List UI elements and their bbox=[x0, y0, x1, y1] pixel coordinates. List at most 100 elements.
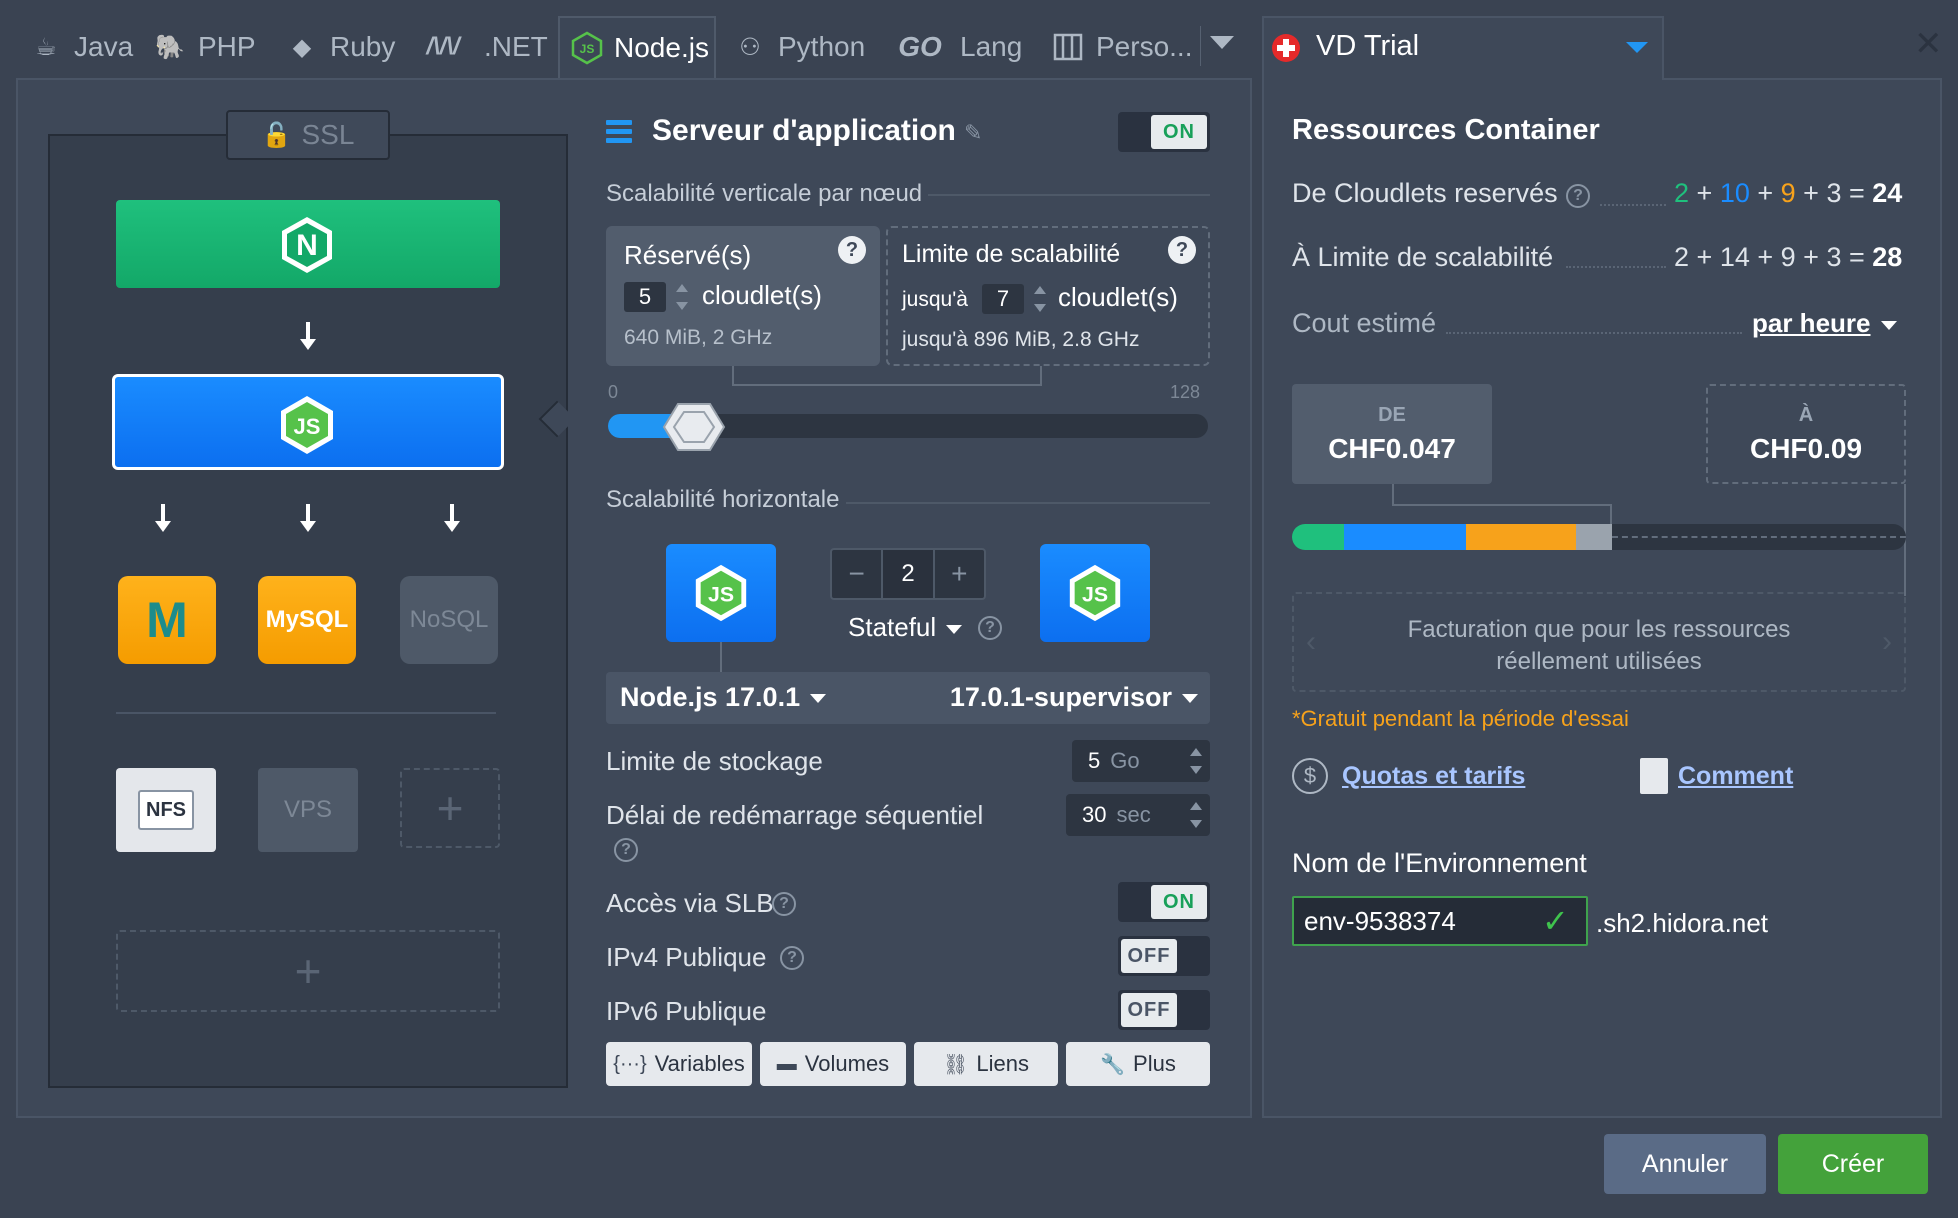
nodejs-node-tile[interactable]: JS bbox=[666, 544, 776, 642]
connector-line bbox=[720, 642, 722, 672]
edit-pencil-icon[interactable]: ✎ bbox=[964, 120, 982, 146]
bar-segment-gray bbox=[1576, 524, 1612, 550]
close-icon[interactable]: ✕ bbox=[1914, 24, 1943, 64]
help-icon[interactable]: ? bbox=[772, 892, 796, 916]
vertical-scaling-label: Scalabilité verticale par nœud bbox=[606, 180, 923, 207]
spinner-icon[interactable] bbox=[1190, 748, 1202, 774]
bar-segment-orange bbox=[1466, 524, 1576, 550]
section-rule bbox=[846, 502, 1210, 504]
ipv6-toggle[interactable]: OFF bbox=[1118, 990, 1210, 1030]
mariadb-icon: M bbox=[146, 592, 188, 648]
chevron-down-icon bbox=[1182, 694, 1198, 704]
help-icon[interactable]: ? bbox=[780, 946, 804, 970]
nginx-icon: N bbox=[282, 217, 332, 273]
version-bar: Node.js 17.0.1 17.0.1-supervisor bbox=[606, 672, 1210, 724]
dollar-icon: $ bbox=[1292, 758, 1328, 794]
nodejs-app-node[interactable]: JS bbox=[112, 374, 504, 470]
mariadb-node[interactable]: M bbox=[118, 576, 216, 664]
svg-text:JS: JS bbox=[580, 42, 595, 56]
slider-handle[interactable] bbox=[662, 402, 726, 452]
quotas-link[interactable]: Quotas et tarifs bbox=[1342, 762, 1525, 791]
reserved-cloudlets-box: Réservé(s) ? 5 cloudlet(s) 640 MiB, 2 GH… bbox=[606, 226, 880, 366]
node-count-value[interactable]: 2 bbox=[881, 550, 935, 598]
reserved-count-input[interactable]: 5 bbox=[624, 282, 666, 312]
slider-min-label: 0 bbox=[608, 382, 619, 402]
add-storage-button[interactable]: + bbox=[400, 768, 500, 848]
php-icon: 🐘 bbox=[155, 33, 185, 61]
chevron-down-icon bbox=[946, 624, 963, 634]
tab-nodejs[interactable]: JS Node.js bbox=[558, 16, 716, 78]
resources-title: Ressources Container bbox=[1292, 114, 1600, 146]
app-server-title: Serveur d'application bbox=[652, 114, 956, 147]
link-icon: ⛓ bbox=[943, 1053, 969, 1076]
help-icon[interactable]: ? bbox=[1566, 184, 1590, 208]
links-button[interactable]: ⛓ Liens bbox=[914, 1042, 1058, 1086]
chevron-down-icon[interactable] bbox=[1626, 42, 1648, 53]
increment-button[interactable]: + bbox=[935, 550, 984, 598]
tab-custom[interactable]: Perso... bbox=[1040, 16, 1202, 78]
connector-line bbox=[1392, 504, 1612, 506]
volumes-button[interactable]: ▬ Volumes bbox=[760, 1042, 906, 1086]
tab-ruby[interactable]: ◆ Ruby bbox=[274, 16, 405, 78]
add-layer-button[interactable]: + bbox=[116, 930, 500, 1012]
limit-spinner-icon[interactable] bbox=[1034, 286, 1046, 312]
slb-toggle[interactable]: ON bbox=[1118, 882, 1210, 922]
ipv4-toggle[interactable]: OFF bbox=[1118, 936, 1210, 976]
chevron-left-icon[interactable]: ‹ bbox=[1306, 626, 1316, 658]
variables-button[interactable]: {···} Variables bbox=[606, 1042, 752, 1086]
topology-divider bbox=[116, 712, 496, 714]
more-button[interactable]: 🔧 Plus bbox=[1066, 1042, 1210, 1086]
python-icon: ⚇ bbox=[739, 33, 761, 61]
menu-icon[interactable] bbox=[606, 120, 632, 144]
more-tabs-chevron-icon[interactable] bbox=[1210, 36, 1234, 49]
decrement-button[interactable]: − bbox=[832, 550, 881, 598]
app-server-toggle[interactable]: ON bbox=[1118, 112, 1210, 152]
spinner-icon[interactable] bbox=[1190, 802, 1202, 828]
limit-spec: jusqu'à 896 MiB, 2.8 GHz bbox=[902, 328, 1140, 351]
nosql-node[interactable]: NoSQL bbox=[400, 576, 498, 664]
dotted-leader bbox=[1446, 332, 1742, 334]
tab-php[interactable]: 🐘 PHP bbox=[142, 16, 266, 78]
nodejs-icon: JS bbox=[695, 564, 747, 622]
horizontal-scaling-label: Scalabilité horizontale bbox=[606, 486, 840, 513]
help-icon[interactable]: ? bbox=[838, 236, 866, 264]
node-count-stepper[interactable]: − 2 + bbox=[830, 548, 986, 600]
nfs-node[interactable]: NFS bbox=[116, 768, 216, 852]
svg-text:N: N bbox=[296, 229, 318, 262]
tab-go[interactable]: GO Lang bbox=[880, 16, 1032, 78]
engine-version-dropdown[interactable]: Node.js 17.0.1 bbox=[620, 682, 827, 713]
braces-icon: {···} bbox=[613, 1052, 647, 1075]
nodejs-node-tile[interactable]: JS bbox=[1040, 544, 1150, 642]
tag-dropdown[interactable]: 17.0.1-supervisor bbox=[950, 682, 1198, 713]
chevron-down-icon bbox=[1880, 320, 1897, 330]
comment-link[interactable]: Comment bbox=[1678, 762, 1793, 791]
arrow-down-icon bbox=[155, 504, 171, 532]
help-icon[interactable]: ? bbox=[614, 838, 638, 862]
storage-limit-input[interactable]: 5 Go bbox=[1072, 740, 1210, 782]
ssl-toggle[interactable]: 🔓 SSL bbox=[226, 110, 390, 160]
mysql-node[interactable]: MySQL bbox=[258, 576, 356, 664]
create-button[interactable]: Créer bbox=[1778, 1134, 1928, 1194]
estimated-cost-label: Cout estimé bbox=[1292, 308, 1437, 338]
tab-dotnet[interactable]: /\/\/.NET bbox=[402, 16, 558, 78]
billing-note: Facturation que pour les ressources réel… bbox=[1407, 616, 1791, 675]
help-icon[interactable]: ? bbox=[978, 616, 1002, 640]
nginx-balancer-node[interactable]: N bbox=[116, 200, 500, 288]
tab-python[interactable]: ⚇ Python bbox=[722, 16, 875, 78]
scaling-mode-dropdown[interactable]: Stateful bbox=[848, 612, 963, 643]
java-icon: ☕ bbox=[35, 33, 57, 61]
cost-period-dropdown[interactable]: par heure bbox=[1752, 308, 1897, 339]
bar-limit-dashes bbox=[1612, 536, 1906, 550]
svg-text:JS: JS bbox=[708, 583, 734, 607]
cancel-button[interactable]: Annuler bbox=[1604, 1134, 1766, 1194]
reserved-spinner-icon[interactable] bbox=[676, 284, 688, 310]
limit-count-input[interactable]: 7 bbox=[982, 284, 1024, 314]
restart-delay-input[interactable]: 30 sec bbox=[1066, 794, 1210, 836]
lock-icon: 🔓 bbox=[261, 121, 292, 149]
help-icon[interactable]: ? bbox=[1168, 236, 1196, 264]
vps-node[interactable]: VPS bbox=[258, 768, 358, 852]
chevron-right-icon[interactable]: › bbox=[1882, 626, 1892, 658]
tab-java[interactable]: ☕ Java bbox=[18, 16, 143, 78]
ipv6-label: IPv6 Publique bbox=[606, 996, 767, 1026]
connector-line bbox=[732, 366, 734, 386]
